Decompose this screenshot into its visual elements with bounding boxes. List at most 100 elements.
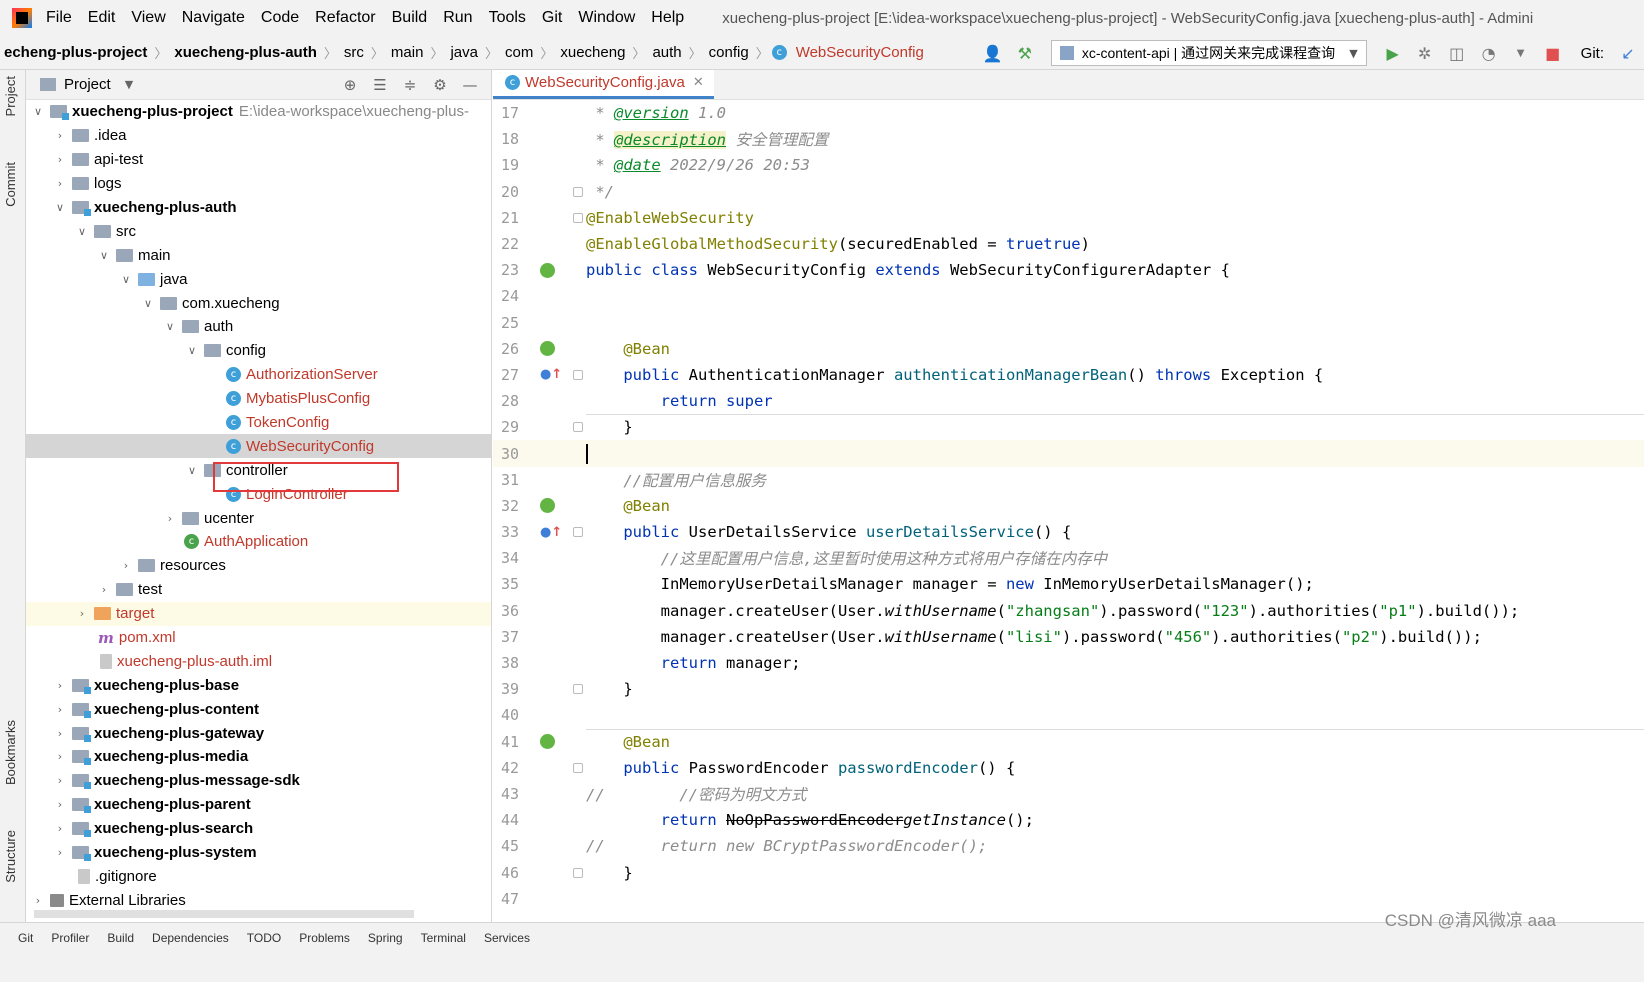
profile-icon[interactable]: ◔	[1476, 40, 1502, 66]
breadcrumb-class[interactable]: WebSecurityConfig	[792, 44, 928, 61]
menu-build[interactable]: Build	[392, 9, 428, 27]
tree-row-gitignore[interactable]: .gitignore	[26, 865, 491, 889]
menu-file[interactable]: File	[46, 9, 72, 27]
tool-tab-profiler[interactable]: Profiler	[51, 931, 89, 945]
tree-row-search[interactable]: › xuecheng-plus-search	[26, 817, 491, 841]
menu-refactor[interactable]: Refactor	[315, 9, 375, 27]
tree-row-system[interactable]: › xuecheng-plus-system	[26, 841, 491, 865]
tree-row-idea[interactable]: › .idea	[26, 124, 491, 148]
tree-row-parent[interactable]: › xuecheng-plus-parent	[26, 793, 491, 817]
tree-row-content[interactable]: › xuecheng-plus-content	[26, 697, 491, 721]
breadcrumb-config[interactable]: config	[705, 44, 753, 61]
breadcrumb-module[interactable]: xuecheng-plus-auth	[170, 44, 321, 61]
tree-row-test[interactable]: › test	[26, 578, 491, 602]
hide-icon[interactable]: —	[455, 76, 485, 94]
tree-row-authorization-server[interactable]: c AuthorizationServer	[26, 363, 491, 387]
tree-row-java[interactable]: ∨ java	[26, 267, 491, 291]
tool-tab-services[interactable]: Services	[484, 931, 530, 945]
fold-marker-icon[interactable]	[573, 762, 583, 773]
code-editor[interactable]: c WebSecurityConfig.java ✕ 17 * @version…	[493, 70, 1644, 922]
tree-row-mybatis-plus-config[interactable]: c MybatisPlusConfig	[26, 387, 491, 411]
locate-icon[interactable]: ⊕	[335, 76, 365, 94]
more-run-options-icon[interactable]: ▼	[1508, 40, 1534, 66]
tool-tab-problems[interactable]: Problems	[299, 931, 350, 945]
override-method-icon[interactable]: ●↑	[540, 367, 562, 382]
code-area[interactable]: 17 * @version 1.0 18 * @description 安全管理…	[493, 100, 1644, 912]
menu-navigate[interactable]: Navigate	[182, 9, 245, 27]
build-hammer-icon[interactable]: ⚒	[1012, 40, 1038, 66]
fold-marker-icon[interactable]	[573, 186, 583, 197]
tree-row-token-config[interactable]: c TokenConfig	[26, 411, 491, 435]
tree-row-ucenter[interactable]: › ucenter	[26, 506, 491, 530]
spring-bean-icon[interactable]	[540, 341, 555, 357]
tool-tab-terminal[interactable]: Terminal	[421, 931, 466, 945]
tree-row-src[interactable]: ∨ src	[26, 219, 491, 243]
coverage-icon[interactable]: ◫	[1444, 40, 1470, 66]
breadcrumb-src[interactable]: src	[340, 44, 368, 61]
tree-row-media[interactable]: › xuecheng-plus-media	[26, 745, 491, 769]
horizontal-scrollbar[interactable]	[34, 910, 414, 918]
spring-bean-icon[interactable]	[540, 734, 555, 750]
tool-tab-bookmarks[interactable]: Bookmarks	[3, 720, 18, 785]
chevron-down-icon[interactable]: ▼	[125, 78, 133, 91]
breadcrumb-main[interactable]: main	[387, 44, 428, 61]
tree-row-login-controller[interactable]: c LoginController	[26, 482, 491, 506]
tool-tab-git[interactable]: Git	[18, 931, 33, 945]
menu-view[interactable]: View	[131, 9, 165, 27]
breadcrumb-xuecheng[interactable]: xuecheng	[556, 44, 629, 61]
breadcrumb-java[interactable]: java	[446, 44, 482, 61]
run-configuration-select[interactable]: xc-content-api | 通过网关来完成课程查询 ▼	[1050, 40, 1367, 66]
spring-bean-icon[interactable]	[540, 262, 555, 278]
tree-row-logs[interactable]: › logs	[26, 172, 491, 196]
breadcrumb-auth[interactable]: auth	[648, 44, 685, 61]
breadcrumb-project[interactable]: echeng-plus-project	[0, 44, 151, 61]
tool-tab-project[interactable]: Project	[3, 76, 18, 116]
override-method-icon[interactable]: ●↑	[540, 525, 562, 540]
run-icon[interactable]: ▶	[1380, 40, 1406, 66]
tool-tab-build[interactable]: Build	[107, 931, 134, 945]
collapse-all-icon[interactable]: ≑	[395, 76, 425, 94]
tree-row-config[interactable]: ∨ config	[26, 339, 491, 363]
tree-row-gateway[interactable]: › xuecheng-plus-gateway	[26, 721, 491, 745]
menu-edit[interactable]: Edit	[88, 9, 116, 27]
tool-tab-commit[interactable]: Commit	[3, 162, 18, 207]
user-icon[interactable]: 👤	[980, 40, 1006, 66]
git-update-icon[interactable]: ↙	[1615, 40, 1641, 66]
tree-row-api-test[interactable]: › api-test	[26, 148, 491, 172]
tree-row-pom[interactable]: m pom.xml	[26, 626, 491, 650]
spring-bean-icon[interactable]	[540, 498, 555, 514]
tree-row-external-libraries[interactable]: › External Libraries	[26, 888, 491, 912]
expand-all-icon[interactable]: ☰	[365, 76, 395, 94]
tree-row-auth-application[interactable]: c AuthApplication	[26, 530, 491, 554]
menu-window[interactable]: Window	[578, 9, 635, 27]
tool-tab-dependencies[interactable]: Dependencies	[152, 931, 229, 945]
menu-tools[interactable]: Tools	[489, 9, 526, 27]
fold-marker-icon[interactable]	[573, 369, 583, 380]
fold-marker-icon[interactable]	[573, 867, 583, 878]
fold-marker-icon[interactable]	[573, 212, 583, 223]
menu-git[interactable]: Git	[542, 9, 562, 27]
gear-icon[interactable]: ⚙	[425, 76, 455, 94]
menu-code[interactable]: Code	[261, 9, 299, 27]
stop-icon[interactable]: ■	[1540, 40, 1566, 66]
tree-row-controller[interactable]: ∨ controller	[26, 458, 491, 482]
menu-help[interactable]: Help	[651, 9, 684, 27]
editor-tab[interactable]: c WebSecurityConfig.java ✕	[493, 70, 714, 99]
tree-row-iml[interactable]: xuecheng-plus-auth.iml	[26, 649, 491, 673]
project-panel-title[interactable]: Project	[64, 76, 111, 93]
menu-run[interactable]: Run	[443, 9, 472, 27]
tree-row-auth[interactable]: ∨ auth	[26, 315, 491, 339]
tree-row-web-security-config[interactable]: c WebSecurityConfig	[26, 434, 491, 459]
close-icon[interactable]: ✕	[693, 75, 704, 90]
debug-icon[interactable]: ✲	[1412, 40, 1438, 66]
tool-tab-todo[interactable]: TODO	[247, 931, 281, 945]
fold-marker-icon[interactable]	[573, 684, 583, 695]
tree-row-package[interactable]: ∨ com.xuecheng	[26, 291, 491, 315]
breadcrumb-com[interactable]: com	[501, 44, 537, 61]
tool-tab-spring[interactable]: Spring	[368, 931, 403, 945]
tree-row-target[interactable]: › target	[26, 601, 491, 626]
tree-row-project[interactable]: ∨ xuecheng-plus-project E:\idea-workspace\…	[26, 100, 491, 124]
fold-marker-icon[interactable]	[573, 527, 583, 538]
tree-row-resources[interactable]: › resources	[26, 554, 491, 578]
tool-tab-structure[interactable]: Structure	[3, 830, 18, 883]
